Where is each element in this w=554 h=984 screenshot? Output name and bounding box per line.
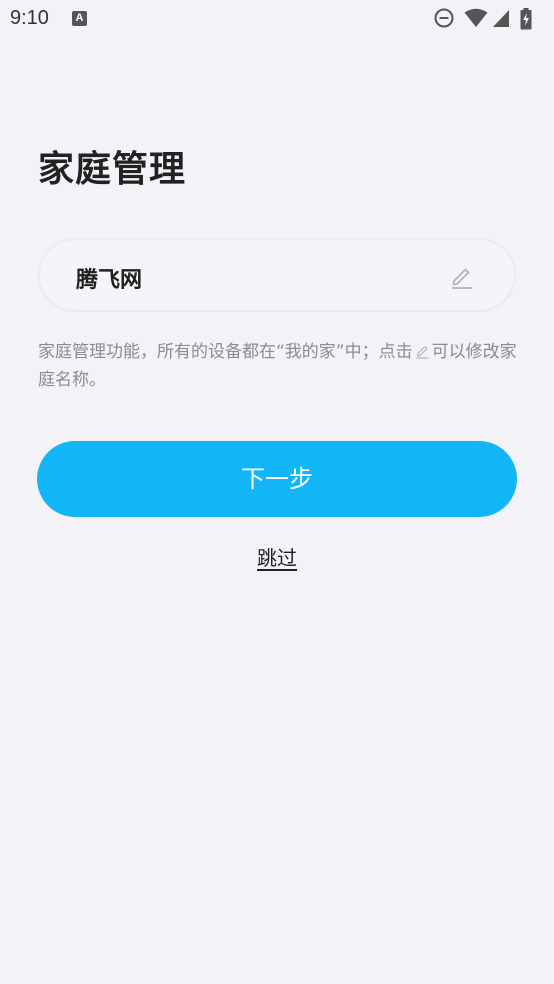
- page-title: 家庭管理: [38, 149, 187, 190]
- cell-signal-icon: [493, 10, 509, 27]
- skip-link-row: 跳过: [0, 542, 554, 571]
- home-name-value[interactable]: 腾飞网: [76, 262, 142, 294]
- battery-charging-icon: [520, 8, 532, 30]
- next-step-button[interactable]: 下一步: [37, 441, 517, 517]
- status-bar: 9:10 A: [0, 0, 554, 38]
- hint-text: 家庭管理功能，所有的设备都在“我的家”中；点击 可以修改家庭名称。: [38, 338, 518, 394]
- pencil-icon[interactable]: [450, 264, 474, 290]
- hint-text-before: 家庭管理功能，所有的设备都在“我的家”中；点击: [38, 342, 413, 362]
- pencil-icon: [416, 345, 429, 359]
- home-name-field[interactable]: 腾飞网: [38, 238, 516, 312]
- skip-link[interactable]: 跳过: [257, 546, 297, 570]
- do-not-disturb-icon: [434, 8, 454, 28]
- notification-a-icon: A: [72, 11, 87, 26]
- status-time: 9:10: [10, 7, 49, 29]
- status-icons: [434, 8, 544, 30]
- wifi-icon: [464, 8, 488, 27]
